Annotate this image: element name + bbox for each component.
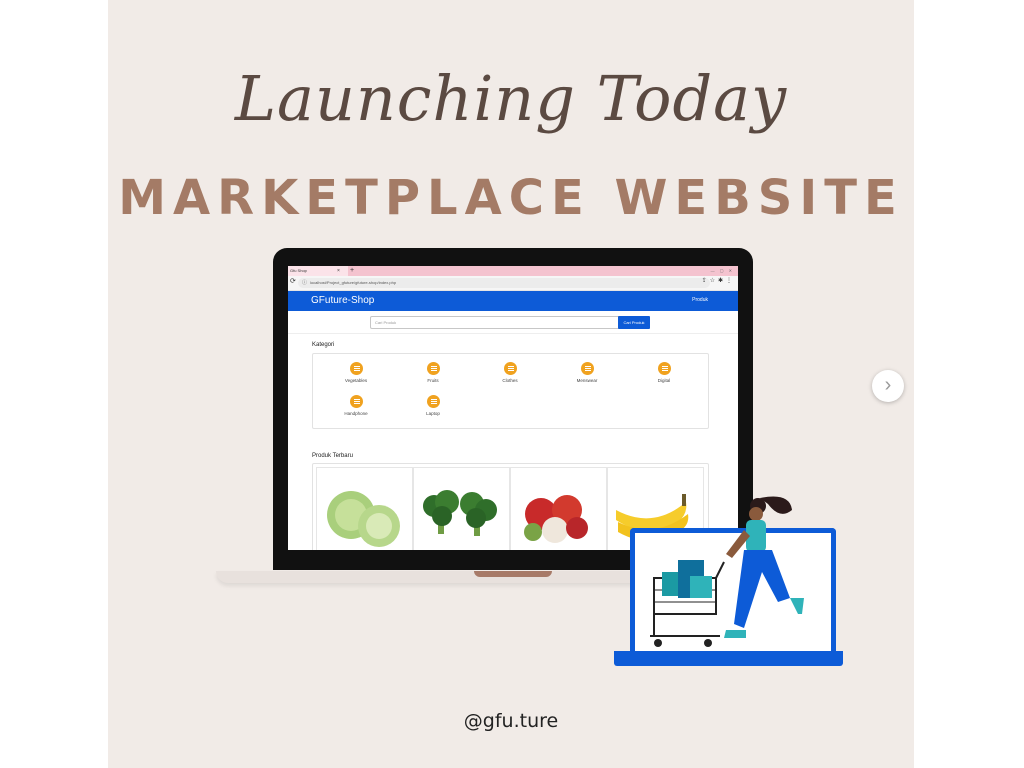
broccoli-image — [423, 490, 497, 536]
category-menswear[interactable]: Menswear — [562, 362, 612, 383]
reload-icon[interactable]: ⟳ — [290, 277, 296, 285]
shopper-illustration — [650, 496, 804, 647]
tab-close-icon[interactable]: × — [337, 266, 340, 276]
product-card-cabbage[interactable] — [316, 467, 413, 550]
browser-toolbar: ⟳ ⓘ localhost/Project_gfuture/gfuture-sh… — [288, 276, 738, 291]
category-clothes[interactable]: Clothes — [485, 362, 535, 383]
category-label: Menswear — [576, 378, 598, 383]
category-label: Handphone — [344, 411, 368, 416]
search-button[interactable]: Cari Produk — [618, 316, 650, 329]
category-laptop[interactable]: Laptop — [408, 395, 458, 416]
window-controls[interactable]: — ▢ ✕ — [711, 266, 734, 276]
chevron-right-icon: › — [884, 374, 892, 396]
script-title: Launching Today — [234, 62, 788, 135]
search-input[interactable]: Cari Produk — [370, 316, 620, 329]
social-handle: @gfu.ture — [463, 710, 559, 732]
cabbage-image — [327, 491, 400, 547]
site-navbar: GFuture-Shop Produk — [288, 291, 738, 311]
main-title: MARKETPLACE WEBSITE — [118, 170, 904, 226]
category-vegetables[interactable]: Vegetables — [331, 362, 381, 383]
category-fruits[interactable]: Fruits — [408, 362, 458, 383]
list-icon — [426, 395, 440, 408]
url-text: localhost/Project_gfuture/gfuture-shop/i… — [310, 280, 397, 285]
address-bar[interactable]: ⓘ localhost/Project_gfuture/gfuture-shop… — [298, 278, 710, 288]
category-label: Clothes — [502, 378, 518, 383]
search-section: Cari Produk Cari Produk — [288, 311, 738, 334]
category-label: Digital — [657, 378, 671, 383]
category-label: Vegetables — [344, 378, 368, 383]
list-icon — [503, 362, 517, 375]
list-icon — [580, 362, 594, 375]
category-handphone[interactable]: Handphone — [331, 395, 381, 416]
left-margin — [0, 0, 108, 768]
product-card-rambutan[interactable] — [510, 467, 607, 550]
category-label: Fruits — [427, 378, 439, 383]
laptop-notch — [474, 571, 552, 577]
category-digital[interactable]: Digital — [639, 362, 689, 383]
new-tab-icon[interactable]: + — [350, 266, 354, 276]
rambutan-image — [524, 495, 588, 543]
category-label: Laptop — [426, 411, 440, 416]
tab-title: Gfu Shop — [290, 268, 307, 273]
list-icon — [657, 362, 671, 375]
produk-terbaru-title: Produk Terbaru — [312, 453, 353, 459]
browser-action-icons[interactable]: ⇪☆✱⋮ — [702, 277, 735, 284]
list-icon — [349, 395, 363, 408]
kategori-title: Kategori — [312, 342, 335, 348]
list-icon — [426, 362, 440, 375]
browser-tabstrip: Gfu Shop × + — ▢ ✕ — [288, 266, 738, 276]
site-brand[interactable]: GFuture-Shop — [311, 294, 374, 308]
nav-link-produk[interactable]: Produk — [692, 297, 708, 303]
product-card-broccoli[interactable] — [413, 467, 510, 550]
lock-icon: ⓘ — [302, 280, 308, 286]
right-margin — [914, 0, 1024, 768]
list-icon — [349, 362, 363, 375]
kategori-panel: Vegetables Fruits Clothes Menswear Digit… — [312, 353, 709, 429]
carousel-next-button[interactable]: › — [872, 370, 904, 402]
